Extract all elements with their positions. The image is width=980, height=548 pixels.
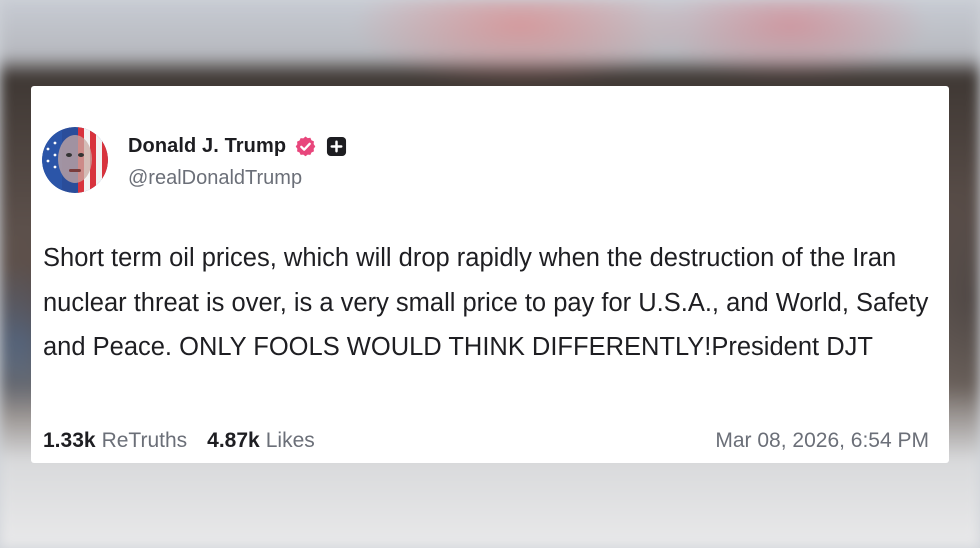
likes-label: Likes — [265, 429, 315, 452]
post-body: Short term oil prices, which will drop r… — [43, 244, 929, 361]
verified-badge-icon — [294, 135, 317, 158]
post-footer: 1.33k ReTruths 4.87k Likes Mar 08, 2026, 6… — [43, 429, 929, 453]
post-card: Donald J. Trump @realDonaldTrump Short t… — [31, 86, 949, 463]
avatar-image — [42, 127, 108, 193]
author-display-name[interactable]: Donald J. Trump — [128, 135, 286, 158]
author-handle[interactable]: @realDonaldTrump — [128, 167, 302, 190]
plus-square-icon — [326, 136, 347, 157]
avatar[interactable] — [42, 127, 108, 193]
retruths-label: ReTruths — [101, 429, 188, 452]
likes-stat[interactable]: 4.87k Likes — [207, 429, 315, 453]
likes-count: 4.87k — [207, 429, 260, 452]
author-row: Donald J. Trump — [128, 131, 347, 161]
post-timestamp[interactable]: Mar 08, 2026, 6:54 PM — [715, 429, 929, 453]
retruths-count: 1.33k — [43, 429, 96, 452]
retruths-stat[interactable]: 1.33k ReTruths — [43, 429, 187, 453]
